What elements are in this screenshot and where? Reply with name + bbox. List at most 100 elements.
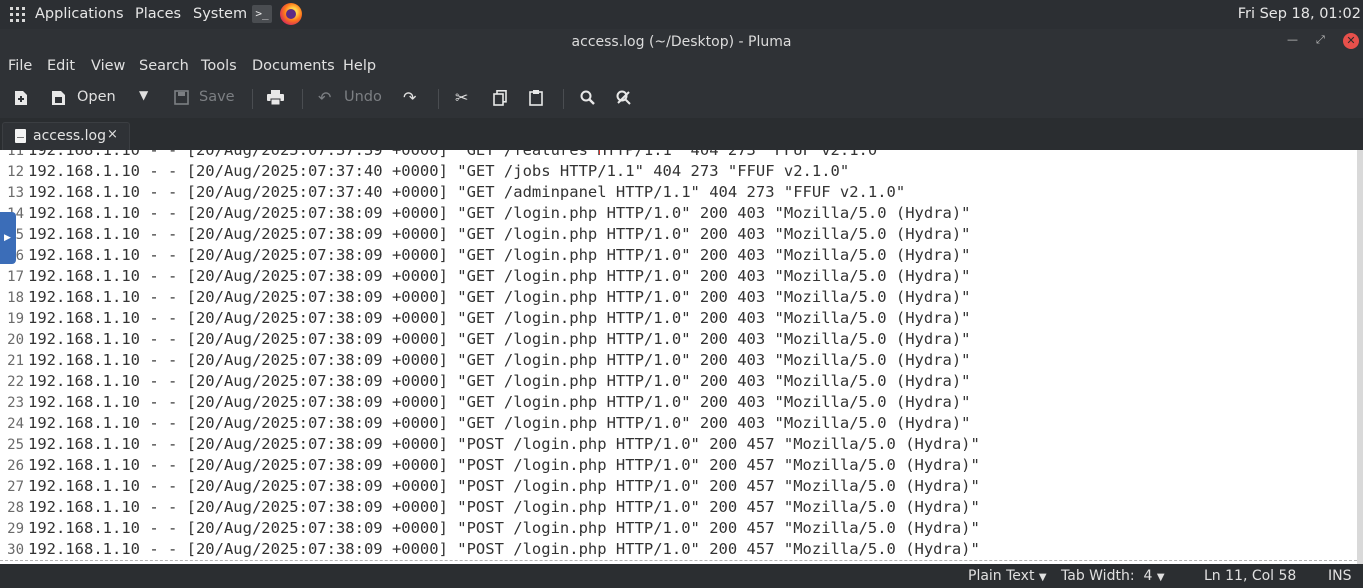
line-text: 192.168.1.10 - - [20/Aug/2025:07:38:09 +…: [28, 414, 971, 432]
side-panel-toggle[interactable]: ▶: [0, 212, 16, 264]
toolbar: Open ▼ Save ↶ Undo ↷ ✂: [0, 80, 1363, 118]
paste-icon[interactable]: [529, 90, 543, 106]
window-title: access.log (~/Desktop) - Pluma: [571, 34, 792, 50]
cursor-position: Ln 11, Col 58: [1204, 568, 1297, 584]
editor-line[interactable]: 30 192.168.1.10 - - [20/Aug/2025:07:38:09…: [0, 539, 1357, 560]
clock[interactable]: Fri Sep 18, 01:02: [1238, 6, 1361, 22]
editor-line[interactable]: 29 192.168.1.10 - - [20/Aug/2025:07:38:09…: [0, 518, 1357, 539]
editor-line[interactable]: 26 192.168.1.10 - - [20/Aug/2025:07:38:09…: [0, 455, 1357, 476]
line-text: 192.168.1.10 - - [20/Aug/2025:07:38:09 +…: [28, 288, 971, 306]
undo-button[interactable]: Undo: [344, 89, 382, 105]
editor-line[interactable]: 22 192.168.1.10 - - [20/Aug/2025:07:38:09…: [0, 371, 1357, 392]
menu-tools[interactable]: Tools: [201, 58, 237, 74]
editor-line[interactable]: 20 192.168.1.10 - - [20/Aug/2025:07:38:09…: [0, 329, 1357, 350]
copy-icon[interactable]: [493, 90, 507, 106]
line-text: 192.168.1.10 - - [20/Aug/2025:07:38:09 +…: [28, 519, 980, 537]
line-text: 192.168.1.10 - - [20/Aug/2025:07:38:09 +…: [28, 267, 971, 285]
maximize-icon[interactable]: ⤢: [1316, 33, 1325, 47]
menu-file[interactable]: File: [8, 58, 32, 74]
editor-line[interactable]: 14192.168.1.10 - - [20/Aug/2025:07:38:09…: [0, 203, 1357, 224]
terminal-icon[interactable]: >_: [252, 5, 272, 23]
apps-grid-icon[interactable]: [10, 7, 26, 23]
line-text: 192.168.1.10 - - [20/Aug/2025:07:38:09 +…: [28, 393, 971, 411]
line-number: 12: [7, 164, 24, 180]
line-text: 192.168.1.10 - - [20/Aug/2025:07:38:09 +…: [28, 540, 980, 558]
editor-line[interactable]: 23 192.168.1.10 - - [20/Aug/2025:07:38:09…: [0, 392, 1357, 413]
new-document-icon[interactable]: [14, 90, 28, 106]
editor-line[interactable]: 27 192.168.1.10 - - [20/Aug/2025:07:38:09…: [0, 476, 1357, 497]
editor-line[interactable]: 21 192.168.1.10 - - [20/Aug/2025:07:38:09…: [0, 350, 1357, 371]
chevron-down-icon: ▼: [1038, 572, 1047, 583]
open-button[interactable]: Open: [77, 89, 116, 105]
save-icon[interactable]: [174, 90, 189, 105]
line-text: 192.168.1.10 - - [20/Aug/2025:07:38:09 +…: [28, 477, 980, 495]
menu-edit[interactable]: Edit: [47, 58, 75, 74]
line-text: 192.168.1.10 - - [20/Aug/2025:07:38:09 +…: [28, 309, 971, 327]
system-menu[interactable]: System: [193, 6, 247, 22]
firefox-icon[interactable]: [280, 3, 302, 25]
line-number: 20: [7, 332, 24, 348]
line-text: 192.168.1.10 - - [20/Aug/2025:07:37:39 +…: [28, 150, 887, 159]
redo-icon[interactable]: ↷: [403, 88, 416, 107]
tab-width-selector[interactable]: Tab Width: 4 ▼: [1061, 568, 1165, 584]
line-text: 192.168.1.10 - - [20/Aug/2025:07:38:09 +…: [28, 330, 971, 348]
editor-line[interactable]: 11 192.168.1.10 - - [20/Aug/2025:07:37:39…: [0, 150, 1357, 161]
line-number: 19: [7, 311, 24, 327]
line-number: 30: [7, 542, 24, 558]
save-button[interactable]: Save: [199, 89, 235, 105]
line-text: 192.168.1.10 - - [20/Aug/2025:07:38:09 +…: [28, 246, 971, 264]
menu-documents[interactable]: Documents: [252, 58, 335, 74]
title-bar: access.log (~/Desktop) - Pluma — ⤢ ✕: [0, 29, 1363, 56]
print-icon[interactable]: [267, 90, 284, 105]
search-icon[interactable]: [580, 90, 595, 105]
line-text: 192.168.1.10 - - [20/Aug/2025:07:38:09 +…: [28, 204, 971, 222]
editor-line[interactable]: 25 192.168.1.10 - - [20/Aug/2025:07:38:09…: [0, 434, 1357, 455]
line-number: 28: [7, 500, 24, 516]
places-menu[interactable]: Places: [135, 6, 181, 22]
editor-line[interactable]: 17 192.168.1.10 - - [20/Aug/2025:07:38:09…: [0, 266, 1357, 287]
text-cursor: [599, 150, 600, 154]
line-number: 21: [7, 353, 24, 369]
text-editor[interactable]: 11 192.168.1.10 - - [20/Aug/2025:07:37:39…: [0, 150, 1357, 564]
open-recent-chevron-down-icon[interactable]: ▼: [139, 88, 148, 102]
menu-view[interactable]: View: [91, 58, 125, 74]
minimize-icon[interactable]: —: [1287, 33, 1298, 46]
open-icon[interactable]: [51, 90, 67, 106]
line-text: 192.168.1.10 - - [20/Aug/2025:07:38:09 +…: [28, 456, 980, 474]
line-text: 192.168.1.10 - - [20/Aug/2025:07:38:09 +…: [28, 225, 971, 243]
insert-mode-indicator[interactable]: INS: [1328, 568, 1352, 584]
cut-icon[interactable]: ✂: [455, 88, 468, 107]
applications-menu[interactable]: Applications: [35, 6, 124, 22]
undo-icon[interactable]: ↶: [318, 88, 331, 107]
top-panel: Applications Places System >_ Fri Sep 18…: [0, 0, 1363, 29]
editor-line[interactable]: 12 192.168.1.10 - - [20/Aug/2025:07:37:40…: [0, 161, 1357, 182]
editor-line[interactable]: 19 192.168.1.10 - - [20/Aug/2025:07:38:09…: [0, 308, 1357, 329]
editor-line[interactable]: 13 192.168.1.10 - - [20/Aug/2025:07:37:40…: [0, 182, 1357, 203]
tab-close-icon[interactable]: ×: [107, 127, 118, 142]
line-number: 18: [7, 290, 24, 306]
editor-line[interactable]: 18 192.168.1.10 - - [20/Aug/2025:07:38:09…: [0, 287, 1357, 308]
close-window-button[interactable]: ✕: [1343, 33, 1359, 49]
line-text: 192.168.1.10 - - [20/Aug/2025:07:38:09 +…: [28, 372, 971, 390]
line-text: 192.168.1.10 - - [20/Aug/2025:07:38:09 +…: [28, 498, 980, 516]
editor-line[interactable]: 28 192.168.1.10 - - [20/Aug/2025:07:38:09…: [0, 497, 1357, 518]
menu-search[interactable]: Search: [139, 58, 189, 74]
menu-help[interactable]: Help: [343, 58, 376, 74]
line-number: 26: [7, 458, 24, 474]
tab-access-log[interactable]: access.log ×: [2, 122, 130, 151]
status-bar: Plain Text ▼ Tab Width: 4 ▼ Ln 11, Col 5…: [0, 564, 1363, 588]
editor-line[interactable]: 24 192.168.1.10 - - [20/Aug/2025:07:38:09…: [0, 413, 1357, 434]
language-selector[interactable]: Plain Text ▼: [968, 568, 1047, 584]
find-replace-icon[interactable]: [616, 90, 632, 105]
line-text: 192.168.1.10 - - [20/Aug/2025:07:37:40 +…: [28, 183, 906, 201]
menu-bar: File Edit View Search Tools Documents He…: [0, 56, 1363, 80]
line-text: 192.168.1.10 - - [20/Aug/2025:07:38:09 +…: [28, 435, 980, 453]
vertical-scrollbar[interactable]: [1357, 150, 1363, 564]
tab-bar: access.log ×: [0, 118, 1363, 151]
line-number: 25: [7, 437, 24, 453]
line-number: 24: [7, 416, 24, 432]
editor-line[interactable]: 16192.168.1.10 - - [20/Aug/2025:07:38:09…: [0, 245, 1357, 266]
text-file-icon: [15, 129, 26, 143]
line-text: 192.168.1.10 - - [20/Aug/2025:07:38:09 +…: [28, 351, 971, 369]
editor-line[interactable]: 15192.168.1.10 - - [20/Aug/2025:07:38:09…: [0, 224, 1357, 245]
